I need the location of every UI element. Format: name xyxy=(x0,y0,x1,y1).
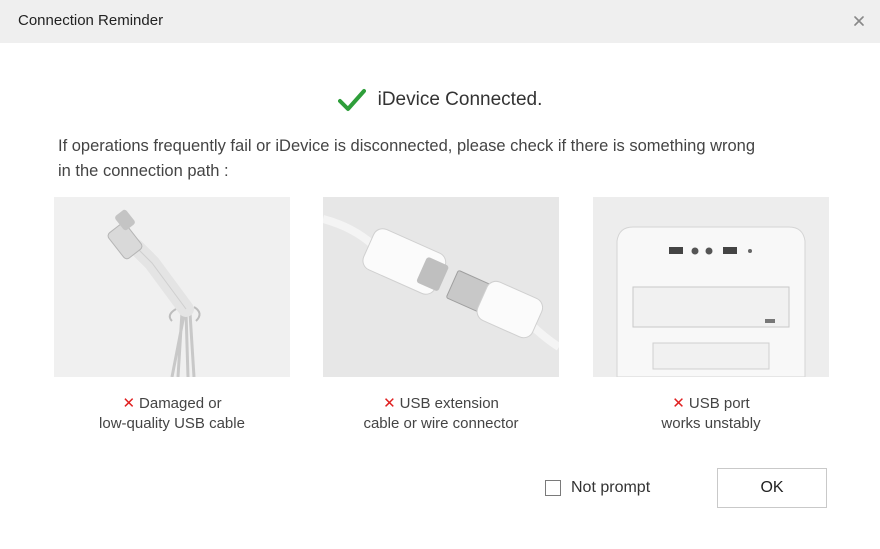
window-title: Connection Reminder xyxy=(18,12,164,29)
usb-extension-image xyxy=(323,197,559,377)
caption-line-1: USB port xyxy=(688,395,750,412)
issue-caption: ✕ Damaged or low-quality USB cable xyxy=(54,394,290,434)
issue-cards: ✕ Damaged or low-quality USB cable ✕ USB… xyxy=(0,197,880,447)
instruction-message: If operations frequently fail or iDevice… xyxy=(58,134,848,184)
caption-line-1: USB extension xyxy=(399,395,499,412)
caption-line-1: Damaged or xyxy=(139,395,222,412)
x-icon: ✕ xyxy=(122,395,136,412)
issue-card-usb-port: ✕ USB port works unstably xyxy=(593,197,829,434)
checkmark-icon xyxy=(337,89,366,111)
title-bar: Connection Reminder xyxy=(0,0,880,43)
issue-caption: ✕ USB extension cable or wire connector xyxy=(323,394,559,434)
caption-line-2: low-quality USB cable xyxy=(99,415,245,432)
connection-reminder-dialog: Connection Reminder iDevice Connected. I… xyxy=(0,0,880,549)
x-icon: ✕ xyxy=(383,395,396,412)
message-line-1: If operations frequently fail or iDevice… xyxy=(58,137,756,155)
x-icon: ✕ xyxy=(672,395,685,412)
not-prompt-label[interactable]: Not prompt xyxy=(571,479,650,497)
issue-caption: ✕ USB port works unstably xyxy=(593,394,829,434)
status-text: iDevice Connected. xyxy=(377,89,543,110)
caption-line-2: works unstably xyxy=(661,415,761,432)
issue-card-damaged-cable: ✕ Damaged or low-quality USB cable xyxy=(54,197,290,434)
usb-port-image xyxy=(593,197,829,377)
message-line-2: in the connection path : xyxy=(58,162,229,180)
not-prompt-checkbox-row[interactable]: Not prompt xyxy=(545,479,650,497)
close-button[interactable] xyxy=(848,10,870,32)
connection-status: iDevice Connected. xyxy=(0,88,880,112)
caption-line-2: cable or wire connector xyxy=(363,415,519,432)
damaged-cable-image xyxy=(54,197,290,377)
ok-button[interactable]: OK xyxy=(717,468,827,508)
close-icon xyxy=(854,16,864,26)
not-prompt-checkbox[interactable] xyxy=(545,480,561,496)
issue-card-usb-extension: ✕ USB extension cable or wire connector xyxy=(323,197,559,434)
